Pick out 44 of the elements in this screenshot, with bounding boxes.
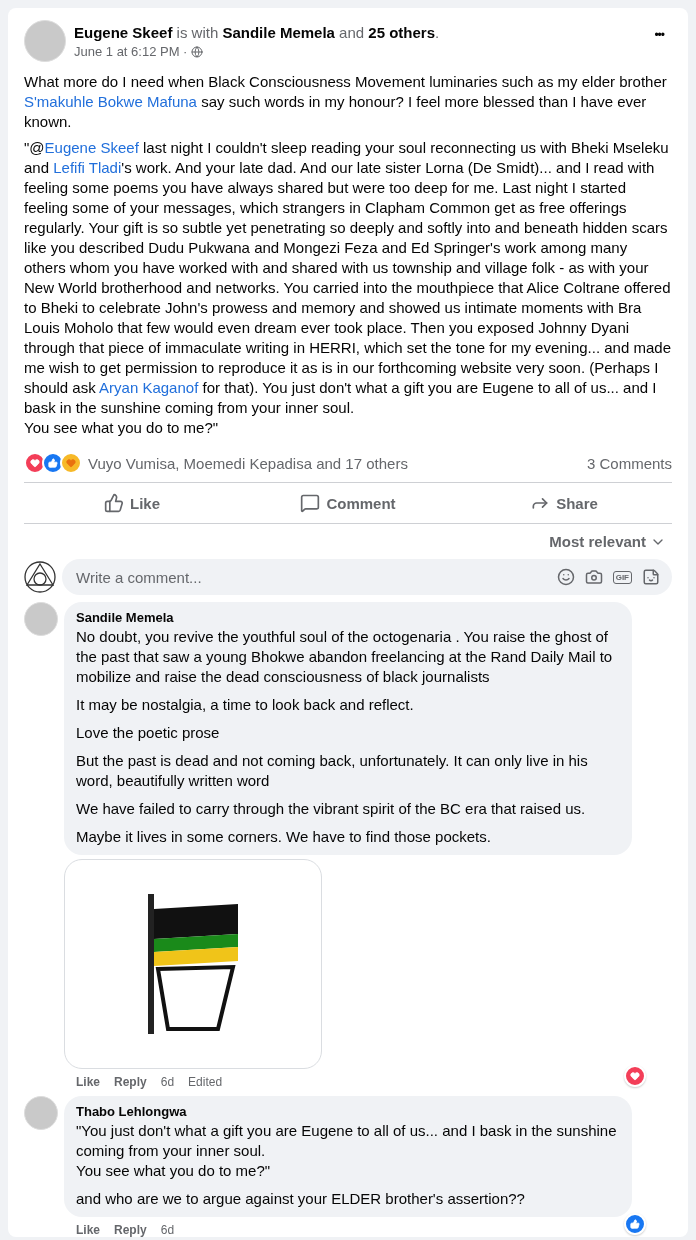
- heart-reaction-icon[interactable]: [624, 1065, 646, 1087]
- comment-button[interactable]: Comment: [240, 487, 456, 519]
- gif-button[interactable]: GIF: [612, 570, 632, 584]
- sort-dropdown[interactable]: Most relevant: [543, 532, 672, 551]
- post-time[interactable]: June 1 at 6:12 PM ·: [74, 44, 188, 59]
- triangle-logo-icon: [24, 561, 56, 593]
- comment-input-field[interactable]: Write a comment... GIF: [62, 559, 672, 595]
- comment-text: No doubt, you revive the youthful soul of the octogenaria . You raise the ghost of the past that saw a young Bhokwe abandon freelancing at the Rand Daily Mail to mobilize and raise the dead consciousness of black journalists: [76, 627, 614, 687]
- comment-text: We have failed to carry through the vibrant spirit of the BC era that raised us.: [76, 799, 587, 819]
- like-link[interactable]: Like: [76, 1223, 100, 1237]
- smiley-icon[interactable]: [556, 568, 575, 586]
- edited-label: Edited: [188, 1075, 223, 1089]
- mention-link[interactable]: Lefifi Tladi: [53, 159, 122, 176]
- comment-author[interactable]: Thabo Lehlongwa: [76, 1104, 620, 1119]
- comment-text: Maybe it lives in some corners. We have to find those pockets.: [76, 827, 492, 847]
- comment-text: "You just don't what a gift you are Eugene to all of us... and I bask in the sunshine coming from your inner soul. You see what you do to me?": [76, 1121, 618, 1181]
- thumbs-up-icon: [104, 493, 124, 513]
- like-reaction-icon[interactable]: [624, 1213, 646, 1235]
- comment-text: and who are we to argue against your ELDER brother's assertion??: [76, 1189, 526, 1209]
- mention-link[interactable]: S'makuhle Bokwe Mafuna: [24, 93, 197, 110]
- comments-count[interactable]: 3 Comments: [586, 454, 672, 472]
- more-options-button[interactable]: •••: [646, 20, 672, 50]
- post-text: "@Eugene Skeef last night I couldn't sleep reading your soul reconnecting us with Bheki Mseleku and Lefifi Tladi's work. And your late dad. And our late sister Lorna (De Smidt)... and I read with feeling some poems you have always shared but were too deep for me. Last night I started feeling some of your messages, which strangers in Clapham Common get as free offerings regularly. Your gift is so subtle yet penetrating so deeply and softly into and beneath hidden scars like you described Dudu Pukwana and Mongezi Feza and Ed Springer's work among many others whom you have worked with and shared with us township and village folk - as with your New World brotherhood and networks. You carried into the mouthpiece that Alice Coltrane offered to Bheki to celebrate John's prowess and memory and showed us intimate moments with Bra Louis Moholo that few would even dream ever took place. Then you exposed Johnny Dyani through that piece of immaculate writing in HERRI, which set the tone for my evening... and made me wish to get permission to reproduce it as is in our forthcoming website very soon. (Perhaps I should ask Aryan Kaganof for that). You just don't what a gift you are Eugene to all of us... and I bask in the sunshine coming from your inner soul. You see what you do to me?": [24, 138, 672, 438]
- camera-icon[interactable]: [584, 568, 603, 586]
- share-button[interactable]: Share: [456, 487, 672, 519]
- comment-time[interactable]: 6d: [160, 1075, 175, 1089]
- like-link[interactable]: Like: [76, 1075, 100, 1089]
- reactors-summary[interactable]: Vuyo Vumisa, Moemedi Kepadisa and 17 others: [88, 454, 408, 472]
- comment-author[interactable]: Sandile Memela: [76, 610, 620, 625]
- comment-time[interactable]: 6d: [160, 1223, 175, 1237]
- comment-text: Love the poetic prose: [76, 723, 221, 743]
- reply-link[interactable]: Reply: [114, 1223, 147, 1237]
- post-author-line: Eugene Skeef is with Sandile Memela and 25 others.: [74, 24, 441, 41]
- mention-link[interactable]: Eugene Skeef: [44, 139, 139, 156]
- mention-link[interactable]: Aryan Kaganof: [99, 379, 199, 396]
- globe-icon: [191, 45, 204, 58]
- speech-bubble-icon: [300, 493, 321, 513]
- sticker-icon[interactable]: [642, 568, 660, 586]
- comment-text: It may be nostalgia, a time to look back and reflect.: [76, 695, 415, 715]
- like-button[interactable]: Like: [24, 487, 240, 519]
- image-placeholder[interactable]: [64, 859, 322, 1069]
- reply-link[interactable]: Reply: [114, 1075, 147, 1089]
- post-text: What more do I need when Black Consciousness Movement luminaries such as my elder brother S'makuhle Bokwe Mafuna say such words in my honour? I feel more blessed than I have ever known.: [24, 72, 668, 132]
- comment-text: But the past is dead and not coming back, unfortunately. It can only live in his word, beautifully written word: [76, 751, 589, 791]
